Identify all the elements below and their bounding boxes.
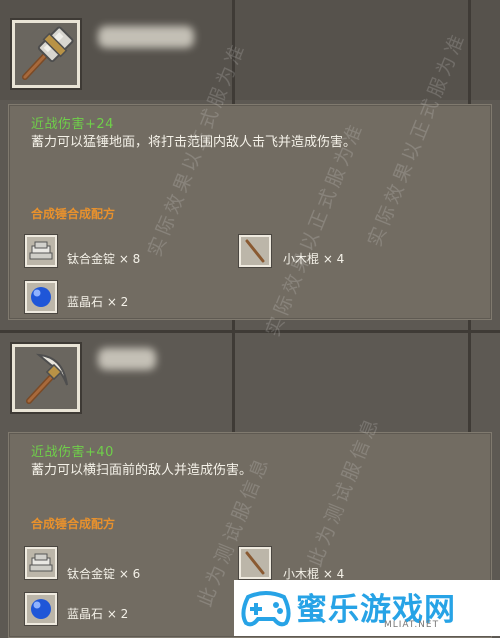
sapphire-icon[interactable] bbox=[25, 593, 57, 625]
melee-damage-stat: 近战伤害+24 bbox=[31, 117, 114, 132]
material-label: 蓝晶石 × 2 bbox=[67, 607, 129, 621]
weapon-name-blurred bbox=[98, 348, 156, 370]
sapphire-icon[interactable] bbox=[25, 281, 57, 313]
recipe-title: 合成锤合成配方 bbox=[31, 517, 116, 531]
titanium-ingot-icon[interactable] bbox=[25, 547, 57, 579]
wooden-stick-icon[interactable] bbox=[239, 235, 271, 267]
logo-url: MLIAT.NET bbox=[384, 620, 440, 630]
hammer-icon bbox=[22, 26, 74, 80]
pickaxe-icon bbox=[26, 353, 68, 404]
background-divider bbox=[0, 330, 500, 333]
site-logo: 蜜乐游戏网 MLIAT.NET bbox=[234, 580, 500, 636]
material-label: 钛合金锭 × 6 bbox=[67, 567, 141, 581]
gamepad-icon bbox=[241, 591, 291, 627]
melee-damage-stat: 近战伤害+40 bbox=[31, 445, 114, 460]
material-label: 钛合金锭 × 8 bbox=[67, 252, 141, 266]
pickaxe-weapon-icon[interactable] bbox=[12, 344, 80, 412]
hammer-weapon-icon[interactable] bbox=[12, 20, 80, 88]
wooden-stick-icon[interactable] bbox=[239, 547, 271, 579]
weapon-name-blurred bbox=[98, 26, 194, 48]
titanium-ingot-icon[interactable] bbox=[25, 235, 57, 267]
material-label: 蓝晶石 × 2 bbox=[67, 295, 129, 309]
recipe-title: 合成锤合成配方 bbox=[31, 207, 116, 221]
